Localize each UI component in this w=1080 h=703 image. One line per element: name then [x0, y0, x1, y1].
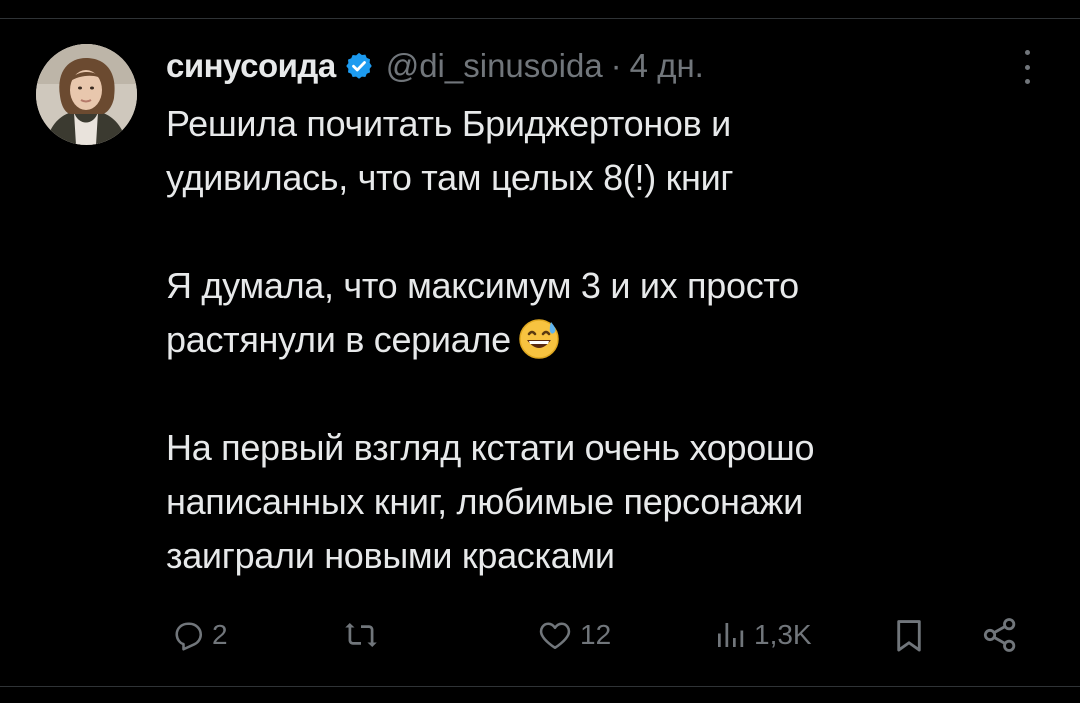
share-icon — [980, 615, 1020, 655]
tweet-line: Решила почитать Бриджертонов и — [166, 103, 731, 144]
timestamp[interactable]: 4 дн. — [630, 47, 704, 85]
avatar[interactable] — [36, 44, 137, 145]
views-button[interactable]: 1,3K — [712, 612, 812, 658]
reply-count: 2 — [212, 619, 228, 650]
more-options-icon[interactable] — [1015, 50, 1039, 84]
heart-icon — [536, 617, 574, 653]
top-divider — [0, 18, 1080, 19]
verified-badge-icon — [344, 51, 374, 81]
tweet-line: написанных книг, любимые персонажи — [166, 481, 803, 522]
tweet-line: заиграли новыми красками — [166, 535, 615, 576]
tweet-actions: 2 12 1,3K — [166, 612, 1026, 658]
tweet-line: Я думала, что максимум 3 и их просто — [166, 265, 799, 306]
retweet-button[interactable] — [342, 612, 386, 658]
reply-icon — [170, 617, 206, 653]
display-name[interactable]: синусоида — [166, 47, 336, 85]
share-button[interactable] — [980, 612, 1020, 658]
bottom-divider — [0, 686, 1080, 687]
tweet-line: растянули в сериале — [166, 313, 986, 367]
bookmark-button[interactable] — [890, 612, 928, 658]
reply-button[interactable]: 2 — [170, 612, 228, 658]
tweet-text: Решила почитать Бриджертонов и удивилась… — [166, 97, 986, 583]
tweet-line: На первый взгляд кстати очень хорошо — [166, 427, 815, 468]
bar-chart-icon — [712, 617, 748, 653]
user-handle[interactable]: @di_sinusoida — [386, 47, 603, 85]
grinning-face-with-sweat-emoji-icon — [517, 316, 561, 360]
tweet-header: синусоида @di_sinusoida · 4 дн. — [166, 42, 704, 90]
separator-dot: · — [610, 47, 622, 84]
like-button[interactable]: 12 — [536, 612, 611, 658]
tweet-line: удивилась, что там целых 8(!) книг — [166, 157, 734, 198]
retweet-icon — [342, 617, 380, 653]
like-count: 12 — [580, 619, 612, 650]
bookmark-icon — [890, 615, 928, 655]
views-count: 1,3K — [754, 619, 812, 650]
tweet-line-text: растянули в сериале — [166, 319, 511, 360]
